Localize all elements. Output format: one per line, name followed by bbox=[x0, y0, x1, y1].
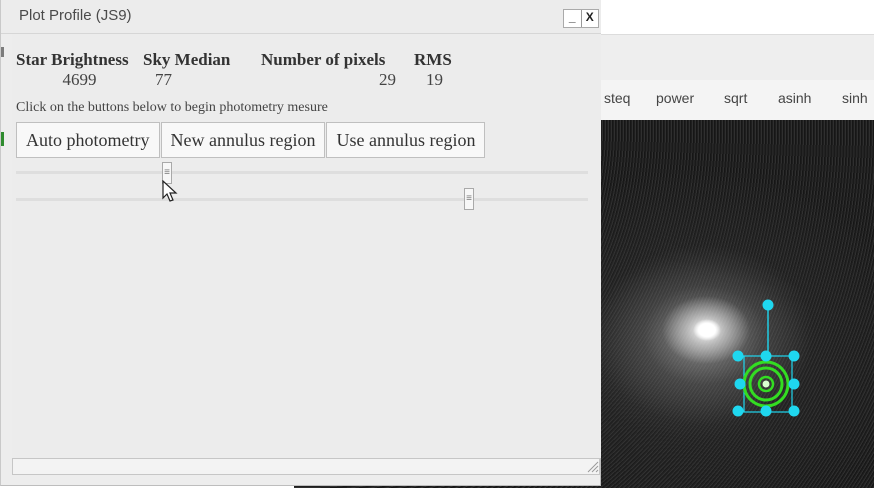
resize-handle-nw[interactable] bbox=[732, 350, 744, 362]
value-star-brightness: 4699 bbox=[62, 70, 97, 89]
value-rms: 19 bbox=[426, 70, 443, 89]
close-button[interactable]: X bbox=[580, 10, 599, 27]
js9-toolbar bbox=[600, 34, 874, 81]
instructions-text: Click on the buttons below to begin phot… bbox=[16, 100, 328, 115]
auto-photometry-button[interactable]: Auto photometry bbox=[16, 122, 160, 158]
header-number-of-pixels: Number of pixels bbox=[261, 50, 386, 69]
resize-handle-ne[interactable] bbox=[788, 350, 800, 362]
resize-handle-sw[interactable] bbox=[732, 405, 744, 417]
star-center bbox=[762, 380, 770, 388]
value-number-of-pixels: 29 bbox=[379, 70, 396, 89]
slider-track-2[interactable] bbox=[16, 198, 588, 201]
resize-handle-se[interactable] bbox=[788, 405, 800, 417]
window-controls: _ X bbox=[563, 9, 599, 28]
resize-grip-icon[interactable] bbox=[587, 461, 599, 473]
header-star-brightness: Star Brightness bbox=[16, 50, 129, 69]
resize-handle-n[interactable] bbox=[760, 350, 772, 362]
scale-item-power[interactable]: power bbox=[656, 90, 694, 106]
scale-menu: steq power sqrt asinh sinh bbox=[600, 80, 874, 120]
slider-track-1[interactable] bbox=[16, 171, 588, 174]
stats-value-row: 4699 77 29 19 bbox=[16, 70, 454, 90]
rotate-handle[interactable] bbox=[762, 299, 774, 311]
resize-handle-s[interactable] bbox=[760, 405, 772, 417]
stats-header-row: Star Brightness Sky Median Number of pix… bbox=[16, 50, 454, 70]
plot-profile-dialog: Plot Profile (JS9) _ X Star Brightness S… bbox=[0, 0, 601, 486]
use-annulus-region-button[interactable]: Use annulus region bbox=[326, 122, 486, 158]
photometry-button-row: Auto photometry New annulus region Use a… bbox=[16, 122, 486, 158]
resize-handle-e[interactable] bbox=[788, 378, 800, 390]
scale-item-histeq[interactable]: steq bbox=[604, 90, 630, 106]
photometry-stats-table: Star Brightness Sky Median Number of pix… bbox=[16, 50, 454, 90]
dialog-status-bar bbox=[12, 458, 600, 475]
header-sky-median: Sky Median bbox=[143, 50, 231, 69]
scale-item-sqrt[interactable]: sqrt bbox=[724, 90, 747, 106]
edge-marker bbox=[1, 47, 4, 57]
slider-handle-2[interactable]: ≡ bbox=[464, 188, 474, 210]
dialog-title: Plot Profile (JS9) bbox=[19, 7, 132, 24]
edge-marker-green bbox=[1, 132, 4, 146]
mouse-pointer-icon bbox=[162, 180, 178, 202]
dialog-content: Star Brightness Sky Median Number of pix… bbox=[12, 34, 601, 458]
dialog-title-bar[interactable]: Plot Profile (JS9) _ X bbox=[1, 0, 601, 34]
value-sky-median: 77 bbox=[155, 70, 172, 89]
new-annulus-region-button[interactable]: New annulus region bbox=[160, 122, 326, 158]
resize-handle-w[interactable] bbox=[734, 378, 746, 390]
scale-item-asinh[interactable]: asinh bbox=[778, 90, 811, 106]
minimize-button[interactable]: _ bbox=[564, 10, 581, 27]
scale-item-sinh[interactable]: sinh bbox=[842, 90, 868, 106]
header-rms: RMS bbox=[414, 50, 452, 69]
